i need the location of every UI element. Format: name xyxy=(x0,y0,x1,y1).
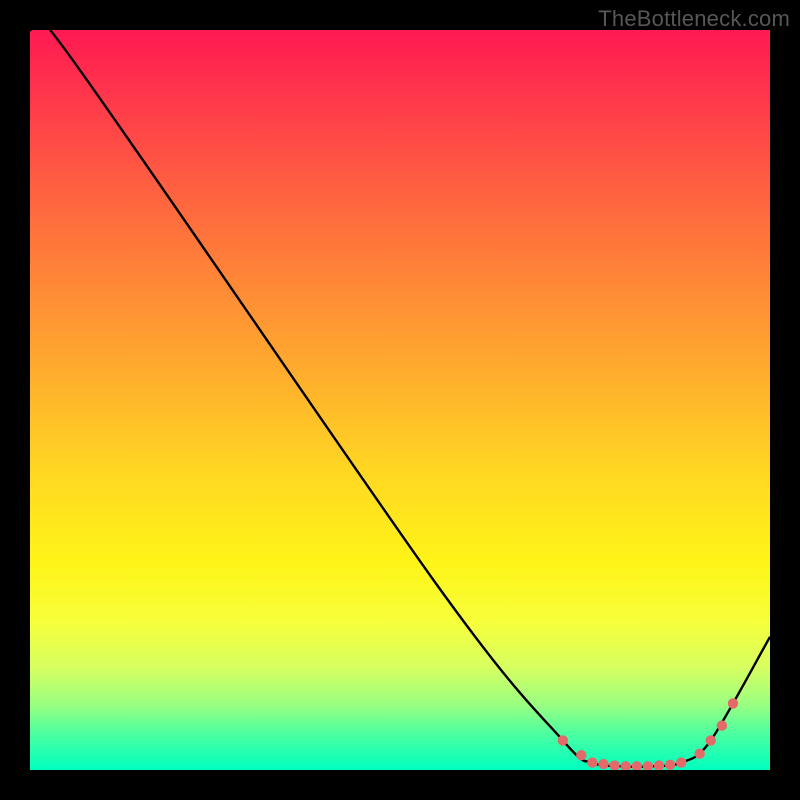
chart-frame: TheBottleneck.com xyxy=(0,0,800,800)
bottleneck-curve xyxy=(30,30,770,767)
bead-marker xyxy=(728,698,738,708)
bead-marker xyxy=(558,735,568,745)
bead-marker xyxy=(587,757,597,767)
bead-marker xyxy=(706,735,716,745)
bead-markers xyxy=(558,698,739,770)
bead-marker xyxy=(609,760,619,770)
bead-marker xyxy=(621,761,631,770)
bead-marker xyxy=(695,749,705,759)
bead-marker xyxy=(576,750,586,760)
plot-area xyxy=(30,30,770,770)
watermark-text: TheBottleneck.com xyxy=(598,6,790,32)
bead-marker xyxy=(676,757,686,767)
bead-marker xyxy=(717,720,727,730)
bead-marker xyxy=(643,761,653,770)
bead-marker xyxy=(632,761,642,770)
bead-marker xyxy=(654,760,664,770)
bead-marker xyxy=(665,760,675,770)
bead-marker xyxy=(598,759,608,769)
curve-svg xyxy=(30,30,770,770)
